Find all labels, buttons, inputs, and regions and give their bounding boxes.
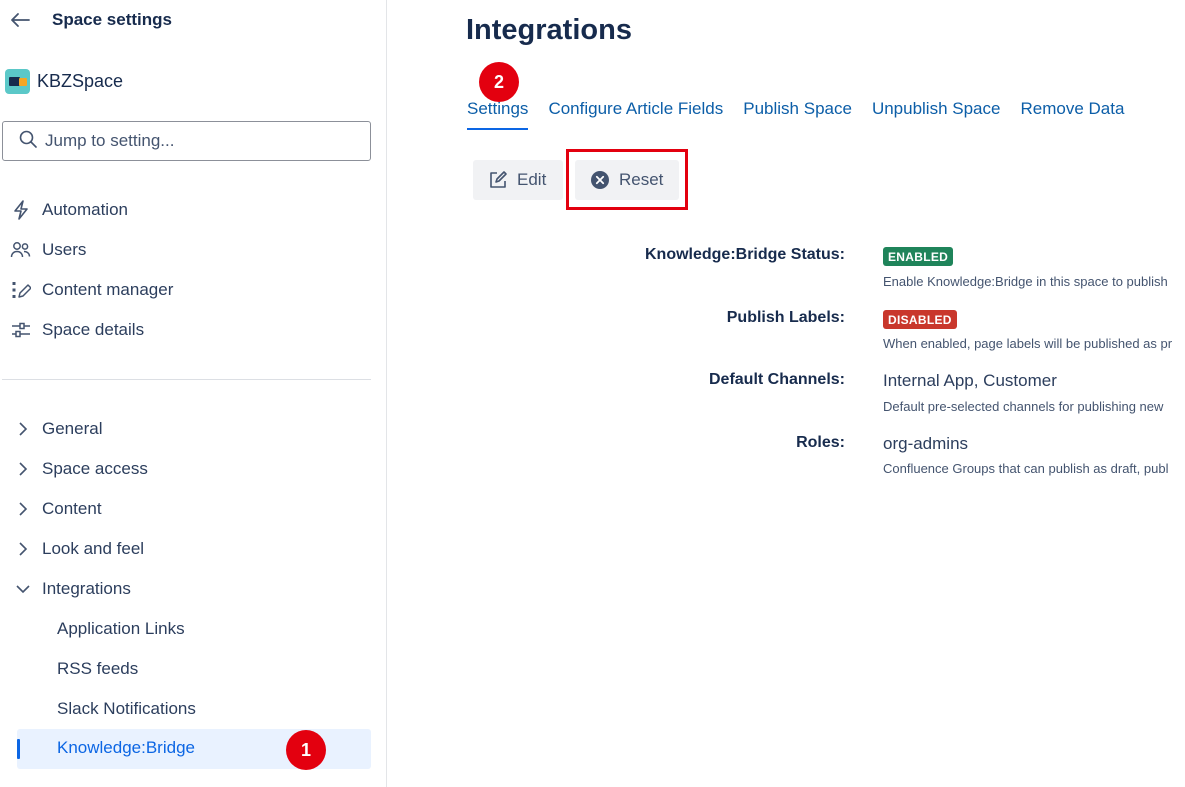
chevron-right-icon [14,540,32,558]
sidebar-item-general[interactable]: General [14,415,102,443]
chevron-right-icon [14,460,32,478]
sidebar-item-space-details[interactable]: Space details [10,316,144,344]
space-name: KBZSpace [37,70,124,91]
sidebar-item-label: Space access [42,459,148,478]
status-label: Knowledge:Bridge Status: [644,246,845,263]
sidebar-item-label: Application Links [57,619,185,638]
sidebar-item-label: Content [42,499,102,518]
tab-configure-article-fields[interactable]: Configure Article Fields [548,98,723,130]
publish-labels-label: Publish Labels: [726,309,845,326]
active-indicator [17,739,20,759]
sidebar-item-users[interactable]: Users [10,236,86,264]
publish-labels-description: When enabled, page labels will be publis… [883,336,1173,351]
arrow-left-icon[interactable] [10,9,32,31]
sidebar-header: Space settings [10,8,172,32]
sidebar-item-content[interactable]: Content [14,495,102,523]
sidebar-item-label: Space details [42,320,145,339]
space-link[interactable]: KBZSpace [5,68,123,94]
search-icon [19,130,37,153]
sidebar-title: Space settings [52,10,172,29]
sidebar-item-application-links[interactable]: Application Links [57,615,185,643]
tab-remove-data[interactable]: Remove Data [1020,98,1124,130]
tab-unpublish-space[interactable]: Unpublish Space [872,98,1001,130]
sidebar-item-space-access[interactable]: Space access [14,455,148,483]
sidebar-item-slack-notifications[interactable]: Slack Notifications [57,695,196,723]
lightning-icon [10,199,32,221]
edit-icon [487,169,509,191]
sidebar-item-label: Knowledge:Bridge [57,738,195,757]
sidebar-item-label: General [42,419,103,438]
default-channels-value: Internal App, Customer [883,371,1057,390]
status-description: Enable Knowledge:Bridge in this space to… [883,274,1168,289]
chevron-down-icon [14,580,32,598]
sidebar-divider [2,379,371,380]
sidebar-item-integrations[interactable]: Integrations [14,575,131,603]
users-icon [10,239,32,261]
sidebar-item-look-and-feel[interactable]: Look and feel [14,535,144,563]
sidebar-item-label: Automation [42,200,128,219]
tab-bar: Settings Configure Article Fields Publis… [467,98,1144,130]
sidebar-item-label: Integrations [42,579,131,598]
sidebar-item-label: RSS feeds [57,659,139,678]
publish-labels-badge: DISABLED [883,310,957,329]
chevron-right-icon [14,420,32,438]
sidebar-item-label: Users [42,240,87,259]
page-title: Integrations [466,14,632,46]
status-badge: ENABLED [883,247,954,266]
sidebar-item-label: Slack Notifications [57,699,196,718]
sliders-icon [10,319,32,341]
chevron-right-icon [14,500,32,518]
sidebar-item-label: Look and feel [42,539,145,558]
sidebar-item-label: Content manager [42,280,174,299]
sidebar-item-automation[interactable]: Automation [10,196,128,224]
edit-button[interactable]: Edit [473,160,563,200]
edit-button-label: Edit [517,170,547,189]
roles-value: org-admins [883,434,969,453]
sidebar-item-content-manager[interactable]: Content manager [10,276,173,304]
search-input[interactable] [45,131,345,151]
annotation-marker-2: 2 [479,62,519,102]
roles-label: Roles: [796,434,845,451]
sidebar-item-rss-feeds[interactable]: RSS feeds [57,655,138,683]
default-channels-description: Default pre-selected channels for publis… [883,399,1164,414]
settings-sidebar: Space settings KBZSpace Automation Users… [0,0,387,787]
reset-highlight-annotation [566,149,688,210]
space-logo-icon [5,68,30,94]
roles-description: Confluence Groups that can publish as dr… [883,461,1169,476]
annotation-marker-1: 1 [286,730,326,770]
jump-to-setting-search[interactable] [2,121,371,161]
tab-publish-space[interactable]: Publish Space [743,98,852,130]
default-channels-label: Default Channels: [708,371,845,388]
content-manager-icon [10,279,32,301]
tab-settings[interactable]: Settings [467,98,529,130]
